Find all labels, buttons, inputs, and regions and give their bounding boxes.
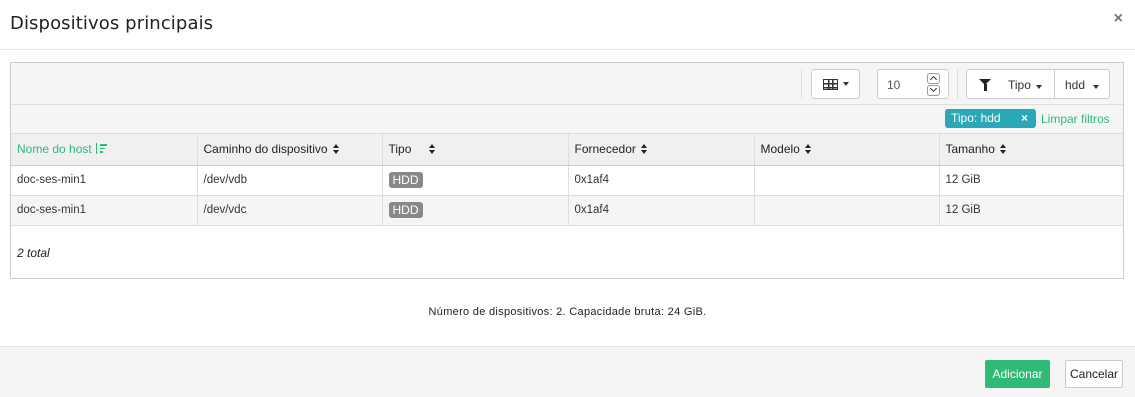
- capacity-summary: Número de dispositivos: 2. Capacidade br…: [428, 306, 707, 318]
- chevron-down-icon: [842, 82, 849, 86]
- cell-type: HDD: [382, 165, 569, 196]
- sort-icon: [804, 144, 811, 155]
- filter-type-dropdown[interactable]: Tipo: [1008, 78, 1042, 92]
- grid-icon: [822, 78, 838, 90]
- filter-group: Tipo hdd: [966, 69, 1110, 99]
- type-badge: HDD: [388, 202, 423, 218]
- filter-value-label: hdd: [1065, 78, 1086, 92]
- page-size-input[interactable]: 10: [887, 78, 900, 92]
- column-header-hostname[interactable]: Nome do host: [11, 134, 198, 166]
- column-header-size[interactable]: Tamanho: [939, 134, 1123, 166]
- cell-device-path: /dev/vdb: [197, 165, 383, 196]
- cell-device-path: /dev/vdc: [197, 195, 383, 226]
- column-toggle-button[interactable]: [811, 69, 860, 99]
- type-badge: HDD: [388, 172, 423, 188]
- cell-type: HDD: [382, 195, 569, 226]
- filter-type-label: Tipo: [1008, 78, 1031, 92]
- table-toolbar: 10 Tipo hdd: [11, 63, 1123, 105]
- modal-footer: Adicionar Cancelar: [0, 346, 1135, 397]
- table-row[interactable]: doc-ses-min1 /dev/vdb HDD 0x1af4 12 GiB: [11, 165, 1123, 196]
- toolbar-divider: [801, 69, 802, 99]
- close-icon[interactable]: ×: [1114, 10, 1123, 28]
- sort-icon: [332, 144, 339, 155]
- cell-model: [754, 165, 940, 196]
- cell-hostname: doc-ses-min1: [11, 195, 198, 226]
- sort-icon: [640, 144, 647, 155]
- cell-vendor: 0x1af4: [568, 165, 755, 196]
- filter-divider: [1054, 70, 1055, 98]
- cell-vendor: 0x1af4: [568, 195, 755, 226]
- column-header-device-path[interactable]: Caminho do dispositivo: [197, 134, 383, 166]
- column-label: Modelo: [760, 142, 800, 157]
- chevron-down-icon: [1093, 85, 1100, 89]
- funnel-icon: [979, 79, 991, 91]
- table-header-row: Nome do host Caminho do dispositivo Tipo…: [11, 134, 1123, 166]
- sort-ascending-icon: [95, 143, 108, 155]
- sort-icon: [429, 144, 436, 155]
- column-label: Nome do host: [17, 142, 92, 157]
- column-label: Fornecedor: [574, 142, 636, 157]
- toolbar-divider: [957, 69, 958, 99]
- cell-size: 12 GiB: [939, 195, 1123, 226]
- table-total: 2 total: [17, 246, 50, 260]
- page-size-stepper[interactable]: 10: [877, 69, 949, 99]
- cell-size: 12 GiB: [939, 165, 1123, 196]
- add-button[interactable]: Adicionar: [985, 360, 1050, 388]
- remove-filter-icon[interactable]: ×: [1021, 109, 1028, 128]
- modal-header: Dispositivos principais ×: [0, 0, 1135, 50]
- devices-table-panel: 10 Tipo hdd Tipo: hdd × Limpar filtros N…: [10, 62, 1124, 279]
- chevron-down-icon: [1035, 85, 1042, 89]
- modal-title: Dispositivos principais: [10, 13, 214, 34]
- active-filters-bar: Tipo: hdd × Limpar filtros: [11, 105, 1123, 134]
- devices-table: Nome do host Caminho do dispositivo Tipo…: [11, 134, 1123, 226]
- active-filter-chip: Tipo: hdd ×: [945, 109, 1036, 128]
- decrement-icon[interactable]: [927, 85, 940, 96]
- column-label: Tipo: [388, 142, 412, 157]
- cancel-button[interactable]: Cancelar: [1065, 360, 1123, 388]
- cell-hostname: doc-ses-min1: [11, 165, 198, 196]
- clear-filters-link[interactable]: Limpar filtros: [1041, 112, 1110, 126]
- column-header-model[interactable]: Modelo: [754, 134, 940, 166]
- column-label: Caminho do dispositivo: [203, 142, 328, 157]
- increment-icon[interactable]: [927, 73, 940, 84]
- table-row[interactable]: doc-ses-min1 /dev/vdc HDD 0x1af4 12 GiB: [11, 195, 1123, 226]
- filter-chip-label: Tipo: hdd: [951, 111, 1001, 125]
- filter-value-dropdown[interactable]: hdd: [1065, 78, 1100, 92]
- sort-icon: [999, 144, 1006, 155]
- cell-model: [754, 195, 940, 226]
- column-header-vendor[interactable]: Fornecedor: [568, 134, 755, 166]
- column-header-type[interactable]: Tipo: [382, 134, 569, 166]
- column-label: Tamanho: [945, 142, 995, 157]
